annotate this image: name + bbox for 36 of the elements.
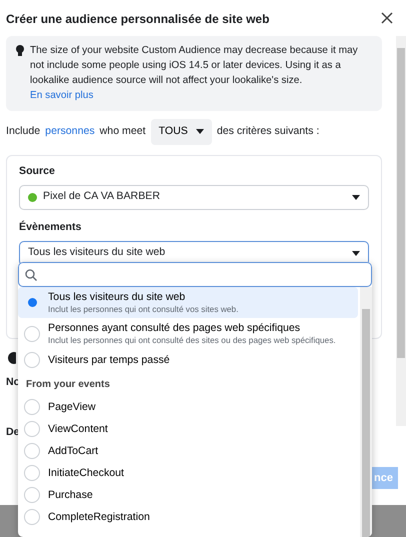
- include-label: Include: [6, 124, 40, 139]
- radio-icon: [24, 465, 40, 481]
- meet-label: who meet: [100, 124, 146, 139]
- radio-icon: [24, 509, 40, 525]
- radio-icon: [24, 421, 40, 437]
- dialog-title: Créer une audience personnalisée de site web: [6, 11, 270, 28]
- event-option[interactable]: ViewContent: [18, 418, 358, 440]
- radio-icon: [24, 326, 40, 342]
- events-label: Évènements: [19, 220, 82, 235]
- caret-icon: [352, 194, 360, 200]
- learn-more-link[interactable]: En savoir plus: [30, 90, 94, 101]
- event-option[interactable]: Tous les visiteurs du site web Inclut les personnes qui ont consulté vos sites web.: [18, 287, 358, 318]
- radio-icon: [24, 399, 40, 415]
- source-select[interactable]: Pixel de CA VA BARBER: [19, 184, 369, 210]
- people-link[interactable]: personnes: [45, 124, 95, 140]
- event-option[interactable]: Purchase: [18, 484, 358, 506]
- match-dropdown[interactable]: TOUS: [150, 119, 212, 145]
- section-heading: From your events: [25, 378, 111, 392]
- event-option[interactable]: Visiteurs par temps passé: [18, 349, 358, 371]
- caret-icon: [196, 129, 204, 134]
- notice-text: The size of your website Custom Audience may decrease because it may not include some people using iOS 14.5 or later devices. Using it as a lookalike audience source will not affect your lookalike's size.: [30, 44, 359, 88]
- event-option[interactable]: InitiateCheckout: [18, 462, 358, 484]
- criteria-label: des critères suivants :: [216, 124, 320, 139]
- event-option[interactable]: CompleteRegistration: [18, 506, 358, 528]
- event-option[interactable]: Personnes ayant consulté des pages web spécifiques Inclut les personnes qui ont consulté des sites ou des pages web spécifiques.: [18, 318, 358, 349]
- radio-icon: [24, 443, 40, 459]
- caret-icon: [352, 250, 360, 256]
- event-option[interactable]: PageView: [18, 396, 358, 418]
- lightbulb-icon: [16, 45, 24, 57]
- radio-icon: [24, 487, 40, 503]
- search-field[interactable]: [18, 262, 372, 287]
- radio-icon: [24, 352, 40, 368]
- event-option[interactable]: AddToCart: [18, 440, 358, 462]
- close-button[interactable]: [380, 10, 394, 24]
- search-icon: [25, 268, 37, 280]
- source-label: Source: [19, 164, 56, 179]
